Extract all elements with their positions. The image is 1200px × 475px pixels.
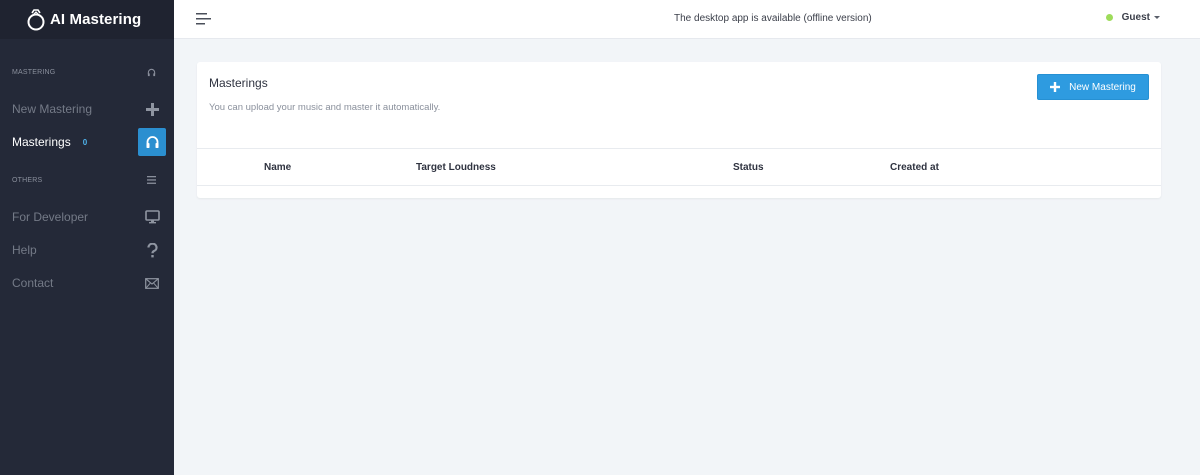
sidebar-item-masterings[interactable]: Masterings 0 (0, 127, 174, 157)
desktop-app-notice[interactable]: The desktop app is available (offline ve… (674, 13, 872, 24)
logo-icon (27, 8, 45, 30)
sidebar-item-help[interactable]: Help (0, 235, 174, 265)
sidebar-item-label: Help (12, 243, 37, 257)
sidebar: AI Mastering MASTERING New Mastering Mas… (0, 0, 174, 475)
headphones-icon (138, 128, 166, 156)
section-label: MASTERING (12, 68, 56, 76)
chevron-down-icon (1154, 16, 1160, 19)
headphones-icon (146, 67, 156, 77)
sidebar-item-label: New Mastering (12, 102, 93, 116)
new-mastering-button[interactable]: New Mastering (1037, 74, 1149, 100)
column-header-created-at[interactable]: Created at (890, 162, 939, 173)
column-header-name[interactable]: Name (264, 162, 291, 173)
section-label: OTHERS (12, 176, 43, 184)
sidebar-item-for-developer[interactable]: For Developer (0, 202, 174, 232)
page-title: Masterings (209, 76, 268, 90)
plus-icon (1050, 82, 1061, 92)
monitor-icon (138, 203, 166, 231)
sidebar-item-contact[interactable]: Contact (0, 268, 174, 298)
app-title: AI Mastering (50, 11, 142, 28)
mail-icon (138, 269, 166, 297)
sidebar-item-label: For Developer (12, 210, 89, 224)
question-icon (138, 236, 166, 264)
count-badge: 0 (82, 137, 88, 147)
column-header-target-loudness[interactable]: Target Loudness (416, 162, 496, 173)
plus-icon (138, 95, 166, 123)
sidebar-item-label: Contact (12, 276, 54, 290)
sidebar-item-label: Masterings (12, 135, 71, 149)
menu-toggle-icon[interactable] (196, 12, 212, 26)
sidebar-item-new-mastering[interactable]: New Mastering (0, 94, 174, 124)
user-name: Guest (1121, 12, 1150, 23)
section-mastering: MASTERING (0, 62, 174, 82)
table-header: Name Target Loudness Status Created at (197, 148, 1161, 186)
user-menu[interactable]: Guest (1105, 12, 1160, 23)
masterings-card: Masterings You can upload your music and… (197, 62, 1161, 198)
brand[interactable]: AI Mastering (0, 0, 174, 39)
section-others: OTHERS (0, 170, 174, 190)
new-mastering-label: New Mastering (1069, 81, 1136, 93)
list-icon (146, 175, 156, 185)
topbar: The desktop app is available (offline ve… (174, 0, 1200, 39)
column-header-status[interactable]: Status (733, 162, 764, 173)
page-subtitle: You can upload your music and master it … (209, 102, 441, 113)
online-status-icon (1105, 14, 1113, 21)
